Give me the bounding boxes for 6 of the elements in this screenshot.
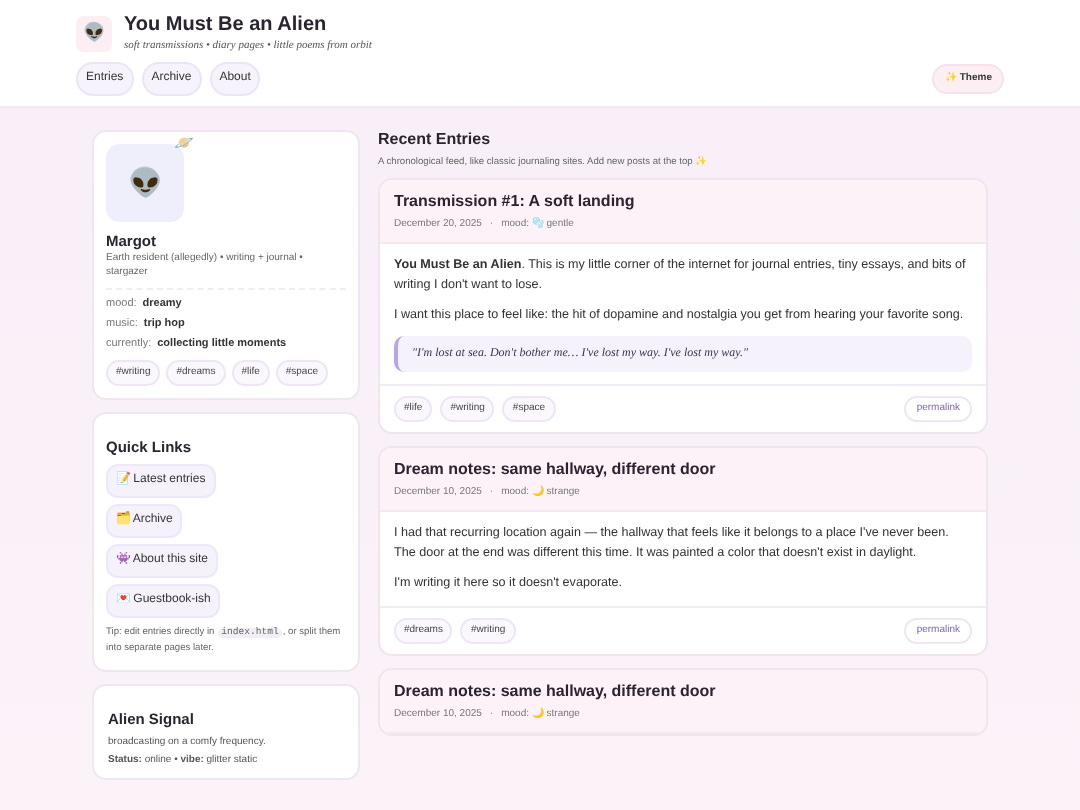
entry-title[interactable]: Transmission #1: A soft landing: [394, 192, 972, 212]
entry-title[interactable]: Dream notes: same hallway, different door: [394, 460, 972, 480]
logo-tile: 👽: [76, 16, 112, 52]
site-title: You Must Be an Alien: [124, 14, 329, 38]
feed-title: Recent Entries: [378, 130, 493, 150]
entry-title[interactable]: Dream notes: same hallway, different door: [394, 682, 972, 702]
